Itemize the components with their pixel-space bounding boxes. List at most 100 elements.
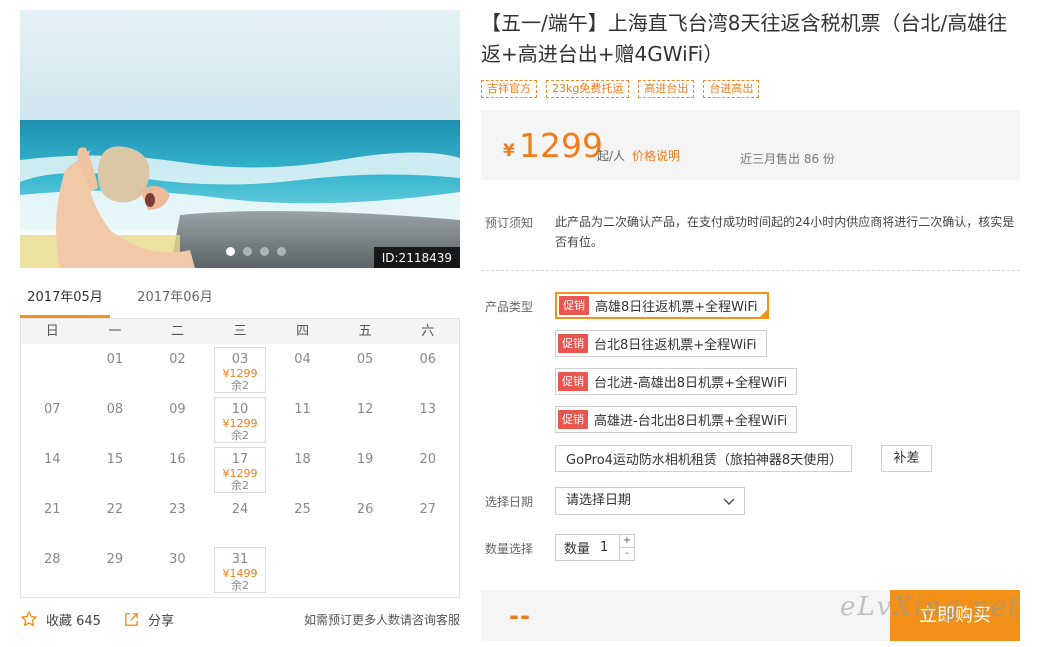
month-tabs: 2017年05月 2017年06月: [20, 284, 460, 318]
calendar-day: 08: [84, 394, 147, 444]
option-label: 台北进-高雄出8日机票+全程WiFi: [594, 376, 788, 391]
day-number: 10: [231, 402, 249, 417]
currency-symbol: ¥: [503, 141, 515, 161]
calendar-day-available[interactable]: 17 ¥1299 余2: [213, 447, 267, 493]
product-title: 【五一/端午】上海直飞台湾8天往返含税机票（台北/高雄往返+高进台出+赠4GWi…: [481, 11, 1008, 66]
calendar-day: 24: [209, 494, 272, 544]
chevron-down-icon: [723, 498, 735, 506]
departure-calendar: 日 一 二 三 四 五 六 01 02 03 ¥1299 余2 04 05 06 07 08 09 1…: [20, 318, 460, 598]
carousel-dot[interactable]: [260, 247, 269, 256]
tab-month-june[interactable]: 2017年06月: [130, 284, 220, 318]
price-explanation-link[interactable]: 价格说明: [632, 147, 680, 164]
day-number: 13: [419, 402, 436, 417]
carousel-dot[interactable]: [243, 247, 252, 256]
calendar-grid: 01 02 03 ¥1299 余2 04 05 06 07 08 09 10 ¥1299 余2 11 12 13…: [21, 344, 459, 594]
day-number: 12: [356, 402, 374, 417]
calendar-day: 13: [396, 394, 459, 444]
weekday-label: 日: [45, 324, 59, 339]
calendar-day: 26: [334, 494, 397, 544]
seats-left: 余2: [230, 479, 249, 492]
option-kaohsiung-roundtrip[interactable]: 促销 高雄8日往返机票+全程WiFi: [555, 292, 769, 319]
stepper-buttons: + -: [619, 535, 634, 560]
carousel-dot[interactable]: [277, 247, 286, 256]
price-difference-button[interactable]: 补差: [881, 445, 932, 472]
calendar-day: [271, 544, 334, 594]
day-number: 01: [106, 352, 124, 367]
option-taipei-roundtrip[interactable]: 促销 台北8日往返机票+全程WiFi: [555, 330, 767, 357]
calendar-day: 30: [146, 544, 209, 594]
calendar-day: 06: [396, 344, 459, 394]
day-number: 16: [169, 452, 186, 467]
calendar-day: 05: [334, 344, 397, 394]
date-label: 选择日期: [485, 495, 534, 509]
weekday-label: 四: [296, 324, 310, 339]
calendar-day: 20: [396, 444, 459, 494]
option-label: 台北8日往返机票+全程WiFi: [594, 338, 757, 353]
day-number: 23: [169, 502, 186, 517]
quantity-increase-button[interactable]: +: [620, 535, 634, 548]
promo-badge: 促销: [558, 372, 588, 391]
day-number: 26: [356, 502, 374, 517]
calendar-day: 21: [21, 494, 84, 544]
carousel-dot[interactable]: [226, 247, 235, 256]
day-number: 06: [419, 352, 436, 367]
calendar-day: 12: [334, 394, 397, 444]
date-placeholder: 请选择日期: [566, 493, 632, 508]
star-icon: [21, 611, 37, 627]
beach-photo: [20, 10, 460, 268]
calendar-day-available[interactable]: 10 ¥1299 余2: [213, 397, 267, 443]
calendar-day: 15: [84, 444, 147, 494]
watermark: eLvXing.net: [840, 592, 1021, 622]
share-label: 分享: [147, 613, 174, 629]
quantity-decrease-button[interactable]: -: [620, 548, 634, 560]
share-button[interactable]: 分享: [123, 610, 174, 629]
option-kaohsiung-in-taipei-out[interactable]: 促销 高雄进-台北出8日机票+全程WiFi: [555, 406, 798, 433]
day-number: 17: [231, 452, 249, 467]
quantity-value[interactable]: 1: [600, 540, 608, 555]
calendar-day: 19: [334, 444, 397, 494]
carousel-dots: [226, 247, 286, 256]
day-number: 14: [44, 452, 61, 467]
option-gopro-rental[interactable]: GoPro4运动防水相机租赁（旅拍神器8天使用）: [555, 445, 853, 472]
calendar-day: 28: [21, 544, 84, 594]
calendar-day: 25: [271, 494, 334, 544]
calendar-day-available[interactable]: 03 ¥1299 余2: [213, 347, 267, 393]
share-icon: [125, 612, 138, 626]
booking-notice: 此产品为二次确认产品，在支付成功时间起的24小时内供应商将进行二次确认，核实是否…: [555, 215, 1015, 249]
day-number: 27: [419, 502, 436, 517]
product-type-label: 产品类型: [485, 300, 534, 314]
weekday-label: 一: [108, 324, 122, 339]
favorite-label: 收藏 645: [46, 613, 101, 629]
product-tag: 台进高出: [703, 80, 760, 98]
day-number: 11: [294, 402, 311, 417]
calendar-day: 18: [271, 444, 334, 494]
product-tag: 高进台出: [638, 80, 695, 98]
date-select[interactable]: 请选择日期: [555, 487, 745, 515]
day-number: 18: [294, 452, 311, 467]
hero-image[interactable]: ID:2118439: [20, 10, 460, 268]
day-number: 30: [169, 552, 186, 567]
group-booking-note: 如需预订更多人数请咨询客服: [303, 612, 460, 627]
price-unit: 起/人: [597, 149, 626, 163]
calendar-day-available[interactable]: 31 ¥1499 余2: [213, 547, 267, 593]
seats-left: 余2: [230, 579, 249, 592]
calendar-day: 09: [146, 394, 209, 444]
weekday-label: 二: [170, 324, 184, 339]
calendar-day: 14: [21, 444, 84, 494]
quantity-label: 数量选择: [485, 542, 534, 556]
tab-month-may[interactable]: 2017年05月: [20, 284, 110, 318]
option-label: 高雄8日往返机票+全程WiFi: [595, 300, 758, 315]
day-number: 21: [44, 502, 61, 517]
calendar-day: 16: [146, 444, 209, 494]
calendar-day: 02: [146, 344, 209, 394]
product-id-badge: ID:2118439: [373, 247, 460, 268]
social-bar: 收藏 645 分享 如需预订更多人数请咨询客服: [20, 607, 460, 631]
option-taipei-in-kaohsiung-out[interactable]: 促销 台北进-高雄出8日机票+全程WiFi: [555, 368, 798, 395]
day-number: 25: [294, 502, 311, 517]
day-number: 15: [106, 452, 124, 467]
day-number: 03: [231, 352, 249, 367]
calendar-day: 07: [21, 394, 84, 444]
calendar-day: [396, 544, 459, 594]
favorite-button[interactable]: 收藏 645: [20, 610, 101, 629]
day-number: 05: [356, 352, 374, 367]
